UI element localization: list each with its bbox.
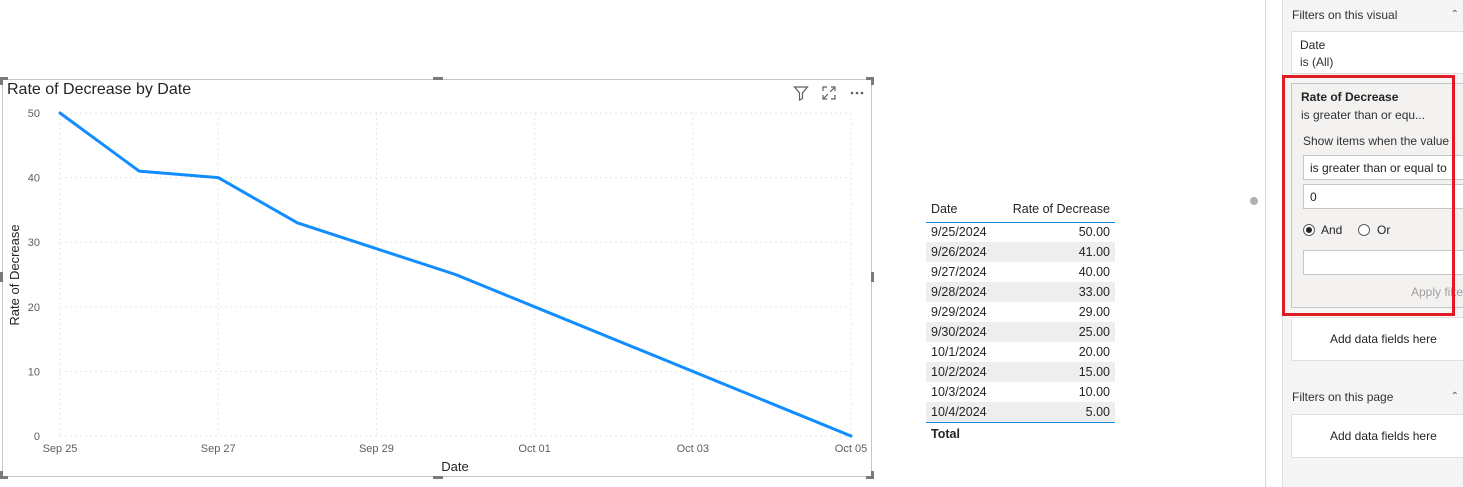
cell-date: 9/29/2024: [931, 305, 987, 319]
show-items-label: Show items when the value: [1303, 134, 1450, 148]
column-header-rate[interactable]: Rate of Decrease: [997, 196, 1115, 223]
x-tick-label: Oct 05: [835, 443, 867, 455]
y-tick-label: 0: [34, 431, 40, 443]
table-row: 9/25/2024 50.00: [926, 222, 1115, 242]
cell-rate: 50.00: [1078, 225, 1110, 240]
total-label: Total: [926, 421, 998, 446]
add-data-fields-label: Add data fields here: [1330, 332, 1437, 346]
cell-date: 9/28/2024: [926, 282, 998, 302]
operator-value: is greater than or equal to: [1310, 161, 1447, 175]
second-operator-dropdown[interactable]: [1303, 250, 1463, 275]
x-tick-label: Sep 27: [201, 443, 236, 455]
y-tick-label: 10: [28, 366, 40, 378]
cell-date: 10/4/2024: [926, 402, 998, 422]
y-tick-label: 30: [28, 237, 40, 249]
x-axis-title: Date: [441, 459, 468, 474]
apply-filter-button[interactable]: Apply filter: [1411, 285, 1463, 299]
cell-date: 9/26/2024: [926, 242, 998, 262]
filter-pane: Filters on this visual ⌃ Date is (All) R…: [1282, 0, 1463, 487]
table-row: 9/29/2024 29.00: [926, 302, 1115, 322]
pane-divider: [1265, 0, 1266, 487]
focus-mode-icon[interactable]: [819, 84, 839, 102]
table-visual[interactable]: Date Rate of Decrease 9/25/2024 50.00 9/2…: [926, 196, 1116, 446]
and-or-group: And Or: [1303, 223, 1463, 238]
table-row: 10/1/2024 20.00: [926, 342, 1115, 362]
chart-plot: 0 10 20 30 40 50 Sep 25 Sep 27 Sep 29 Oct 01 Oct 0…: [7, 108, 867, 474]
more-options-icon[interactable]: [847, 84, 867, 102]
cell-date: 10/1/2024: [931, 345, 987, 359]
cell-date: 9/30/2024: [926, 322, 998, 342]
visual-header-icons: [791, 84, 867, 102]
table-row: 10/3/2024 10.00: [926, 382, 1115, 402]
total-value: [997, 421, 1115, 446]
operator-dropdown[interactable]: is greater than or equal to: [1303, 155, 1463, 180]
cell-date: 10/2/2024: [926, 362, 998, 382]
x-tick-label: Sep 25: [43, 443, 78, 455]
cell-rate: 15.00: [997, 362, 1115, 382]
filters-on-page-heading: Filters on this page: [1292, 390, 1394, 404]
add-data-fields-visual[interactable]: Add data fields here: [1291, 317, 1463, 361]
cell-rate: 10.00: [1078, 385, 1110, 399]
table-row: 9/28/2024 33.00: [926, 282, 1115, 302]
cell-date: 9/25/2024: [931, 225, 987, 240]
table-row: 10/2/2024 15.00: [926, 362, 1115, 382]
and-label: And: [1321, 223, 1343, 237]
date-filter-state: is (All): [1300, 55, 1334, 69]
or-label: Or: [1377, 223, 1391, 237]
x-tick-label: Oct 01: [518, 443, 550, 455]
chevron-up-icon[interactable]: ⌃: [1451, 9, 1459, 20]
filter-icon[interactable]: [791, 84, 811, 102]
pane-resize-dot[interactable]: [1250, 197, 1258, 205]
cell-rate: 33.00: [997, 282, 1115, 302]
line-chart-visual[interactable]: 0 10 20 30 40 50 Sep 25 Sep 27 Sep 29 Oct 01 Oct 0…: [0, 77, 874, 479]
table-row: 9/27/2024 40.00: [926, 262, 1115, 282]
y-tick-label: 40: [28, 173, 40, 185]
add-data-fields-page[interactable]: Add data fields here: [1291, 414, 1463, 458]
cell-date: 9/27/2024: [931, 265, 987, 279]
y-axis-title: Rate of Decrease: [7, 224, 22, 325]
table-row: 9/30/2024 25.00: [926, 322, 1115, 342]
cell-rate: 40.00: [1078, 265, 1110, 279]
chart-title: Rate of Decrease by Date: [7, 81, 192, 98]
date-filter-name: Date: [1300, 38, 1326, 52]
table-row: 10/4/2024 5.00: [926, 402, 1115, 422]
series-line: [58, 111, 853, 438]
cell-rate: 41.00: [997, 242, 1115, 262]
column-header-date[interactable]: Date: [926, 196, 998, 223]
cell-rate: 20.00: [1078, 345, 1110, 359]
cell-rate: 5.00: [997, 402, 1115, 422]
data-table: Date Rate of Decrease 9/25/2024 50.00 9/2…: [926, 196, 1115, 446]
or-radio[interactable]: [1358, 224, 1370, 236]
rate-filter-name: Rate of Decrease: [1301, 90, 1399, 104]
cell-rate: 25.00: [997, 322, 1115, 342]
cell-rate: 29.00: [1078, 305, 1110, 319]
filters-on-visual-heading: Filters on this visual: [1292, 8, 1398, 22]
x-tick-label: Sep 29: [359, 443, 394, 455]
y-tick-label: 20: [28, 302, 40, 314]
table-header-row: Date Rate of Decrease: [926, 196, 1115, 223]
y-tick-label: 50: [28, 108, 40, 120]
table-row: 9/26/2024 41.00: [926, 242, 1115, 262]
table-total-row: Total: [926, 421, 1115, 446]
filter-value: 0: [1310, 190, 1317, 204]
x-tick-label: Oct 03: [677, 443, 709, 455]
rate-filter-summary: is greater than or equ...: [1301, 108, 1426, 122]
filter-value-input[interactable]: 0: [1303, 184, 1463, 209]
date-filter-card[interactable]: Date is (All): [1291, 31, 1463, 74]
rate-filter-card[interactable]: Rate of Decrease is greater than or equ.…: [1291, 83, 1463, 308]
and-radio[interactable]: [1303, 224, 1315, 236]
cell-date: 10/3/2024: [931, 385, 987, 399]
chevron-up-icon[interactable]: ⌃: [1451, 391, 1459, 402]
add-data-fields-label: Add data fields here: [1330, 429, 1437, 443]
